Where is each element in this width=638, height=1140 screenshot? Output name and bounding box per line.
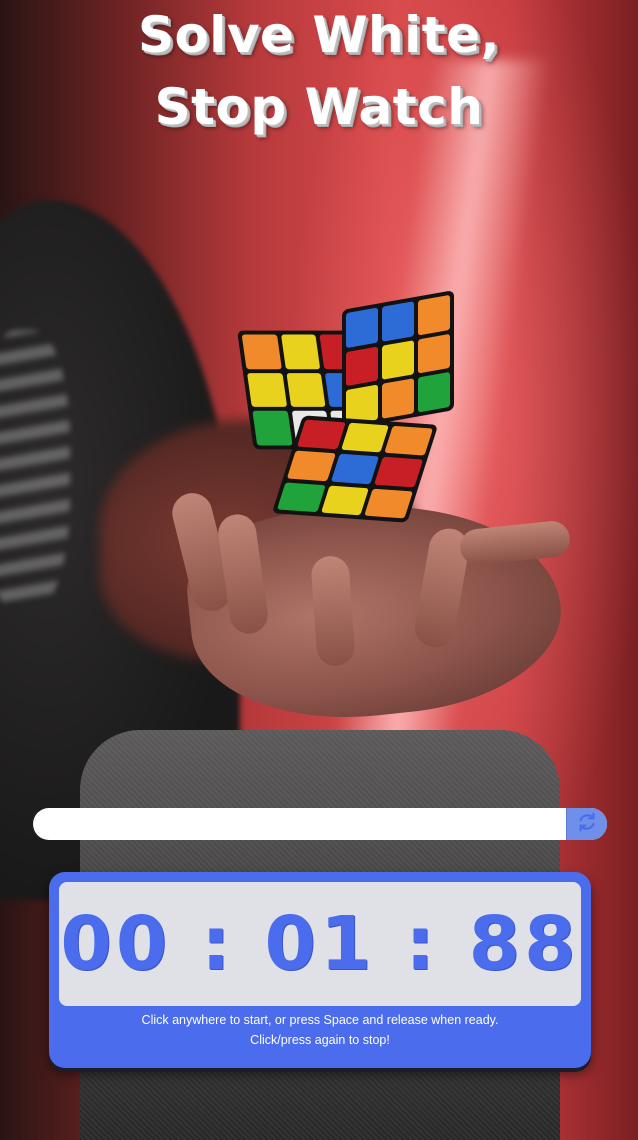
rubiks-cube-image [237, 290, 454, 523]
background-finger [310, 554, 356, 668]
cube-face-right [342, 290, 454, 430]
page-title-line1: Solve White, [137, 6, 501, 64]
instruction-text-start: Click anywhere to start, or press Space … [141, 1013, 499, 1027]
scramble-input[interactable] [33, 808, 566, 840]
refresh-button[interactable] [566, 808, 607, 840]
timer-display[interactable]: 00 : 01 : 88 [59, 882, 581, 1006]
instruction-text-stop: Click/press again to stop! [250, 1033, 390, 1047]
background-shirt-print [0, 330, 70, 610]
timer-value: 00 : 01 : 88 [60, 901, 580, 987]
scramble-bar [33, 808, 607, 840]
refresh-icon [576, 811, 598, 837]
timer-card[interactable]: 00 : 01 : 88 Click anywhere to start, or… [49, 872, 591, 1068]
cube-face-bottom [271, 415, 439, 523]
page-title-line2: Stop Watch [154, 78, 484, 136]
